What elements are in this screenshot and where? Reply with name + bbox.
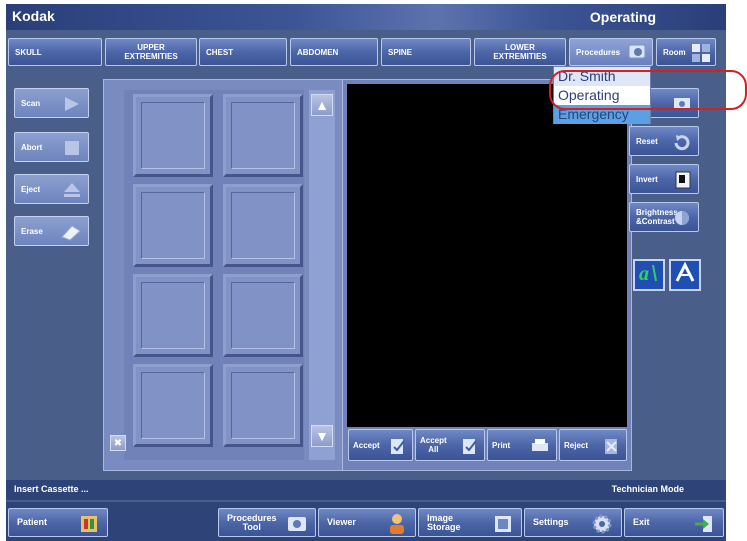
procedures-button[interactable]: Procedures — [569, 38, 653, 66]
procedures-tool-label: Procedures Tool — [227, 512, 277, 532]
print-label: Print — [492, 440, 511, 450]
thumbnail-slot[interactable] — [133, 184, 213, 267]
reset-button[interactable]: Reset — [629, 126, 699, 156]
eject-label: Eject — [21, 184, 41, 194]
category-spine-button[interactable]: SPINE — [381, 38, 471, 66]
title-bar: Kodak Operating — [6, 4, 726, 30]
invert-icon — [674, 170, 692, 192]
exit-button[interactable]: Exit — [624, 508, 724, 537]
scan-label: Scan — [21, 98, 41, 108]
invert-label: Invert — [636, 174, 658, 184]
category-label: LOWER EXTREMITIES — [493, 43, 547, 61]
patient-icon — [79, 514, 99, 536]
brand-label: Kodak — [12, 8, 55, 24]
invert-button[interactable]: Invert — [629, 164, 699, 194]
category-label: ABDOMEN — [297, 47, 339, 57]
procedures-icon — [628, 43, 648, 61]
user-icon — [387, 513, 407, 537]
patient-label: Patient — [17, 517, 48, 527]
accept-label: Accept — [353, 440, 380, 450]
category-abdomen-button[interactable]: ABDOMEN — [290, 38, 378, 66]
thumbnail-slot[interactable] — [133, 94, 213, 177]
thumbnail-scrollbar[interactable] — [309, 90, 335, 460]
accept-all-label: Accept All — [420, 436, 447, 454]
check-document-icon — [388, 436, 408, 458]
thumbnail-slot[interactable] — [223, 184, 303, 267]
scroll-up-button[interactable]: ▲ — [311, 94, 333, 116]
grid-icon — [691, 43, 711, 63]
settings-label: Settings — [533, 517, 569, 527]
category-label: SPINE — [388, 47, 413, 57]
category-label: CHEST — [206, 47, 234, 57]
measure-button[interactable] — [669, 259, 701, 291]
abort-label: Abort — [21, 142, 43, 152]
room-label: Room — [663, 47, 686, 57]
thumbnail-slot[interactable] — [223, 274, 303, 357]
exit-door-icon — [693, 513, 715, 537]
scroll-down-button[interactable]: ▼ — [311, 425, 333, 447]
accept-all-button[interactable]: Accept All — [415, 429, 485, 461]
reject-button[interactable]: Reject — [559, 429, 627, 461]
category-chest-button[interactable]: CHEST — [199, 38, 287, 66]
brightness-contrast-button[interactable]: Brightness &Contrast — [629, 202, 699, 232]
erase-button[interactable]: Erase — [14, 216, 89, 246]
mode-indicator: Technician Mode — [611, 484, 684, 494]
play-icon — [62, 95, 82, 115]
eraser-icon — [60, 223, 82, 243]
procedures-tool-button[interactable]: Procedures Tool — [218, 508, 316, 537]
print-button[interactable]: Print — [487, 429, 557, 461]
reset-label: Reset — [636, 136, 658, 146]
accept-button[interactable]: Accept — [348, 429, 413, 461]
arrow-down-icon: ▼ — [315, 428, 329, 444]
erase-label: Erase — [21, 226, 43, 236]
thumbnail-slot[interactable] — [133, 364, 213, 447]
thumbnail-slot[interactable] — [223, 94, 303, 177]
reject-label: Reject — [564, 440, 589, 450]
storage-icon — [493, 514, 513, 536]
image-viewer[interactable] — [347, 84, 627, 427]
gear-icon — [591, 513, 613, 537]
annotate-icon: a — [637, 261, 661, 290]
arrow-up-icon: ▲ — [315, 97, 329, 113]
eject-icon — [62, 181, 82, 201]
thumbnail-panel: ▲ ▼ ✖ — [103, 79, 343, 471]
brightness-icon — [672, 208, 692, 230]
category-label: SKULL — [15, 47, 42, 57]
status-message: Insert Cassette ... — [14, 484, 89, 494]
stop-icon — [62, 139, 82, 159]
abort-button[interactable]: Abort — [14, 132, 89, 162]
viewer-button[interactable]: Viewer — [318, 508, 416, 537]
category-label: UPPER EXTREMITIES — [124, 43, 178, 61]
eject-button[interactable]: Eject — [14, 174, 89, 204]
status-bar: Insert Cassette ... Technician Mode — [6, 480, 726, 500]
thumbnail-slot[interactable] — [133, 274, 213, 357]
category-lower-extremities-button[interactable]: LOWER EXTREMITIES — [474, 38, 566, 66]
current-room-label: Operating — [589, 9, 656, 25]
check-documents-icon — [460, 436, 480, 458]
close-icon: ✖ — [113, 437, 123, 449]
settings-button[interactable]: Settings — [524, 508, 622, 537]
thumbnail-slot[interactable] — [223, 364, 303, 447]
room-button[interactable]: Room — [656, 38, 716, 66]
category-upper-extremities-button[interactable]: UPPER EXTREMITIES — [105, 38, 197, 66]
procedures-tool-icon — [287, 514, 309, 536]
reject-document-icon — [602, 436, 622, 458]
image-storage-button[interactable]: Image Storage — [418, 508, 522, 537]
callout-highlight — [549, 70, 747, 110]
printer-icon — [530, 438, 550, 456]
image-storage-label: Image Storage — [427, 512, 461, 532]
patient-button[interactable]: Patient — [8, 508, 108, 537]
measure-icon — [673, 261, 697, 290]
scan-button[interactable]: Scan — [14, 88, 89, 118]
delete-thumbnail-button[interactable]: ✖ — [110, 435, 126, 451]
category-skull-button[interactable]: SKULL — [8, 38, 102, 66]
exit-label: Exit — [633, 517, 650, 527]
svg-text:a: a — [639, 263, 649, 285]
procedures-label: Procedures — [576, 47, 621, 57]
reset-icon — [672, 133, 692, 153]
viewer-label: Viewer — [327, 517, 356, 527]
annotate-button[interactable]: a — [633, 259, 665, 291]
